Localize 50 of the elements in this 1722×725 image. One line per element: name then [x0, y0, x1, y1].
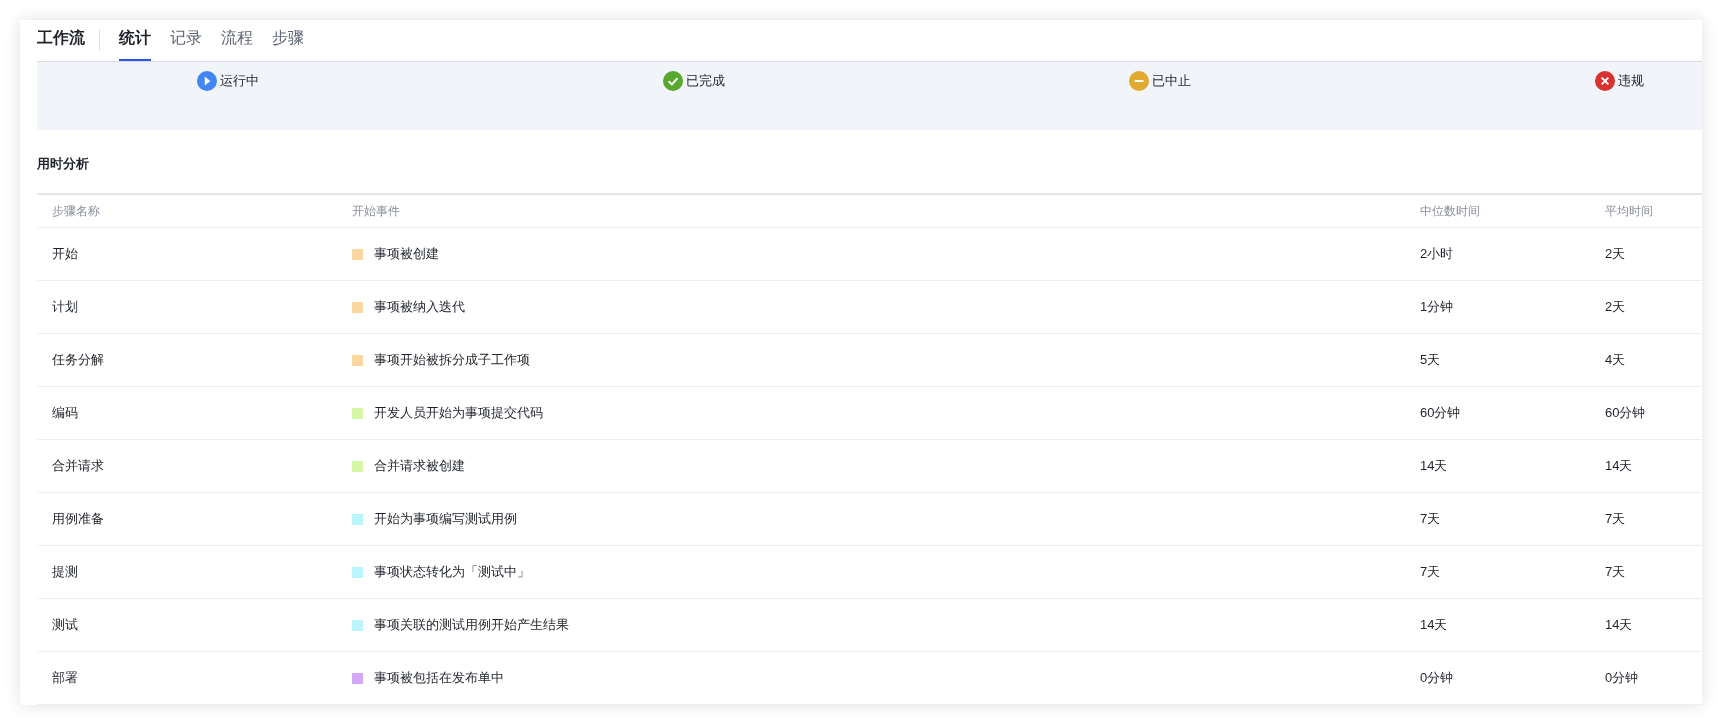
- table-cell-text: 7天: [1420, 563, 1441, 582]
- table-cell-text: 合并请求: [52, 457, 104, 476]
- page-title: 工作流: [37, 27, 86, 48]
- table-cell-text: 0分钟: [1420, 669, 1454, 688]
- table-cell-text: 14天: [1420, 457, 1448, 476]
- table-cell-text: 1分钟: [1420, 298, 1454, 317]
- column-header: 步骤名称: [51, 203, 100, 220]
- table-cell-text: 开发人员开始为事项提交代码: [374, 404, 543, 423]
- table-cell-text: 14天: [1605, 457, 1633, 476]
- tab[interactable]: 流程: [221, 25, 253, 61]
- column-header: 中位数时间: [1419, 203, 1480, 220]
- table-cell-text: 7天: [1605, 510, 1626, 529]
- table-cell-text: 5天: [1420, 351, 1441, 370]
- table-cell-text: 2天: [1605, 298, 1626, 317]
- table-cell-text: 编码: [52, 404, 78, 423]
- legend-label: 已完成: [686, 71, 725, 90]
- table-cell-text: 事项被包括在发布单中: [374, 669, 504, 688]
- table-cell-text: 60分钟: [1420, 404, 1461, 423]
- table-cell-text: 开始为事项编写测试用例: [374, 510, 517, 529]
- tab[interactable]: 记录: [170, 25, 202, 61]
- table-cell-text: 7天: [1605, 563, 1626, 582]
- table-cell-text: 任务分解: [52, 351, 104, 370]
- table-cell-text: 60分钟: [1605, 404, 1646, 423]
- table-cell-text: 开始: [52, 245, 78, 264]
- section-title: 用时分析: [37, 154, 89, 173]
- table-cell-text: 事项状态转化为「测试中」: [374, 563, 530, 582]
- table-cell-text: 事项被创建: [374, 245, 439, 264]
- table-cell-text: 部署: [52, 669, 78, 688]
- table-cell-text: 0分钟: [1605, 669, 1639, 688]
- table-cell-text: 事项开始被拆分成子工作项: [374, 351, 530, 370]
- table-cell-text: 2天: [1605, 245, 1626, 264]
- legend-label: 已中止: [1152, 71, 1191, 90]
- table-cell-text: 事项被纳入迭代: [374, 298, 465, 317]
- table-cell-text: 7天: [1420, 510, 1441, 529]
- table-cell-text: 事项关联的测试用例开始产生结果: [374, 616, 569, 635]
- legend-label: 运行中: [220, 71, 259, 90]
- table-cell-text: 合并请求被创建: [374, 457, 465, 476]
- column-header: 平均时间: [1604, 203, 1653, 220]
- table-cell-text: 测试: [52, 616, 78, 635]
- table-cell-text: 用例准备: [52, 510, 104, 529]
- table-cell-text: 计划: [52, 298, 78, 317]
- legend-label: 违规: [1618, 71, 1644, 90]
- tab[interactable]: 步骤: [272, 25, 304, 61]
- table-cell-text: 14天: [1420, 616, 1448, 635]
- column-header: 开始事件: [351, 203, 400, 220]
- table-cell-text: 14天: [1605, 616, 1633, 635]
- tab[interactable]: 统计: [119, 25, 151, 61]
- table-cell-text: 4天: [1605, 351, 1626, 370]
- table-cell-text: 2小时: [1420, 245, 1454, 264]
- table-cell-text: 提测: [52, 563, 78, 582]
